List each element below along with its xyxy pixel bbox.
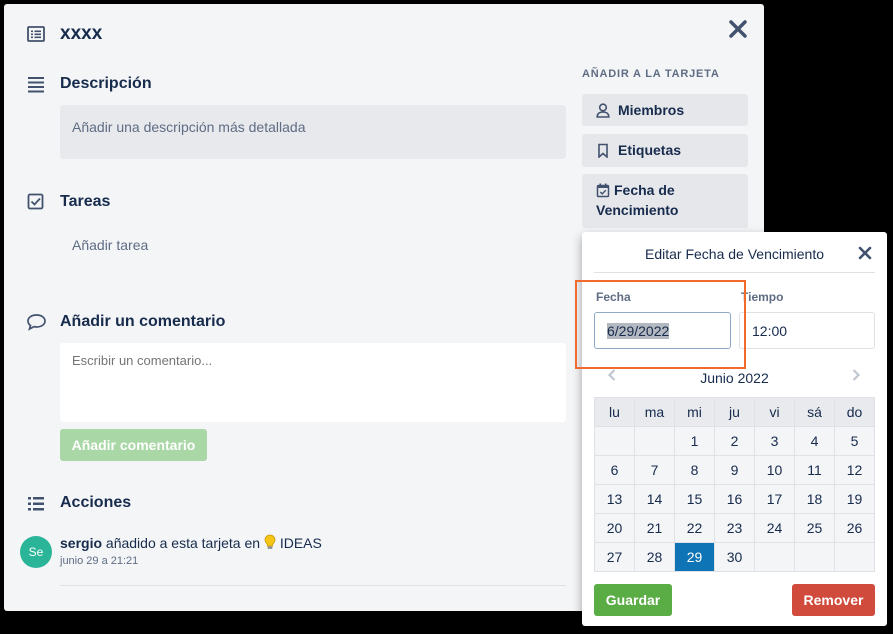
date-input-value: 6/29/2022 [607, 322, 670, 339]
weekday-header: ma [634, 397, 675, 427]
calendar-day[interactable]: 9 [714, 455, 755, 485]
activity-icon [28, 497, 44, 511]
user-icon [596, 103, 610, 118]
calendar-day[interactable]: 3 [754, 426, 795, 456]
card-icon [27, 26, 45, 42]
actions-title: Acciones [60, 494, 132, 511]
calendar-day[interactable]: 13 [594, 484, 635, 514]
weekday-header: mi [674, 397, 715, 427]
tasks-title: Tareas [60, 193, 111, 210]
time-input[interactable] [739, 312, 875, 349]
calendar-weekdays: lu ma mi ju vi sá do [594, 397, 875, 427]
calendar-week: 6 7 8 9 10 11 12 [594, 455, 875, 485]
calendar-week: 20 21 22 23 24 25 26 [594, 513, 875, 543]
calendar-empty-cell [834, 542, 875, 572]
divider [594, 272, 875, 273]
calendar-day[interactable]: 4 [794, 426, 835, 456]
comment-input[interactable] [60, 343, 566, 422]
calendar-day[interactable]: 17 [754, 484, 795, 514]
due-date-button[interactable]: Fecha de Vencimiento [582, 174, 748, 228]
calendar-month: Junio 2022 [700, 370, 769, 386]
calendar-day[interactable]: 27 [594, 542, 635, 572]
card-title[interactable]: xxxx [60, 23, 102, 45]
description-input[interactable]: Añadir una descripción más detallada [60, 105, 566, 159]
bookmark-icon [598, 143, 608, 158]
remove-button[interactable]: Remover [792, 584, 875, 616]
calendar-empty-cell [594, 426, 635, 456]
weekday-header: lu [594, 397, 635, 427]
calendar-day[interactable]: 12 [834, 455, 875, 485]
action-text: sergio añadido a esta tarjeta en IDEAS [60, 534, 322, 551]
add-task-link[interactable]: Añadir tarea [72, 237, 148, 253]
calendar-day[interactable]: 16 [714, 484, 755, 514]
comment-icon [27, 314, 46, 331]
calendar-week: 12345 [594, 426, 875, 456]
calendar-day[interactable]: 10 [754, 455, 795, 485]
calendar-day[interactable]: 6 [594, 455, 635, 485]
calendar-day[interactable]: 1 [674, 426, 715, 456]
description-icon [28, 77, 44, 93]
action-timestamp[interactable]: junio 29 a 21:21 [60, 555, 138, 567]
calendar-day[interactable]: 30 [714, 542, 755, 572]
add-comment-button[interactable]: Añadir comentario [60, 429, 207, 461]
due-date-label-line2: Vencimiento [596, 202, 679, 218]
calendar-day-selected[interactable]: 29 [674, 542, 715, 572]
calendar-day[interactable]: 26 [834, 513, 875, 543]
calendar-day[interactable]: 20 [594, 513, 635, 543]
checkbox-icon [27, 193, 44, 210]
members-label: Miembros [618, 102, 685, 118]
calendar-days: 1 2 3 4 5 6 7 8 9 10 11 12 13 14 15 16 17 18 19 20 21 22 23 24 2… [594, 426, 875, 572]
calendar-day[interactable]: 2 [714, 426, 755, 456]
calendar-day[interactable]: 22 [674, 513, 715, 543]
calendar-grid: lu ma mi ju vi sá do 1 2 3 4 5 6 7 8 9 10 11 12 13 14 15 16 17… [594, 397, 875, 572]
calendar-day[interactable]: 11 [794, 455, 835, 485]
weekday-header: ju [714, 397, 755, 427]
calendar-day[interactable]: 14 [634, 484, 675, 514]
calendar-day[interactable]: 23 [714, 513, 755, 543]
calendar-day[interactable]: 15 [674, 484, 715, 514]
calendar-empty-cell [794, 542, 835, 572]
action-user[interactable]: sergio [60, 535, 102, 551]
chevron-right-icon[interactable] [849, 368, 863, 382]
action-list-name[interactable]: IDEAS [280, 535, 322, 551]
divider [60, 585, 566, 586]
calendar-day[interactable]: 8 [674, 455, 715, 485]
calendar-day[interactable]: 21 [634, 513, 675, 543]
labels-button[interactable]: Etiquetas [582, 134, 748, 167]
save-button[interactable]: Guardar [594, 584, 672, 616]
calendar-day[interactable]: 19 [834, 484, 875, 514]
weekday-header: do [834, 397, 875, 427]
due-date-label: Fecha de Vencimiento [596, 180, 678, 220]
due-date-label-line1: Fecha de [614, 182, 675, 198]
weekday-header: sá [794, 397, 835, 427]
weekday-header: vi [754, 397, 795, 427]
calendar-empty-cell [754, 542, 795, 572]
comment-title: Añadir un comentario [60, 313, 226, 330]
calendar-week: 27 28 29 30 [594, 542, 875, 572]
close-icon[interactable] [728, 19, 748, 39]
members-button[interactable]: Miembros [582, 94, 748, 126]
action-description: añadido a esta tarjeta en [105, 535, 261, 551]
calendar-week: 13 14 15 16 17 18 19 [594, 484, 875, 514]
add-to-card-heading: AÑADIR A LA TARJETA [582, 68, 720, 80]
calendar-day[interactable]: 24 [754, 513, 795, 543]
labels-label: Etiquetas [618, 142, 682, 158]
calendar-empty-cell [634, 426, 675, 456]
close-icon[interactable] [858, 246, 872, 260]
calendar-day[interactable]: 25 [794, 513, 835, 543]
due-date-popup: Editar Fecha de Vencimiento Fecha Tiempo… [575, 232, 887, 626]
date-input[interactable]: 6/29/2022 [594, 312, 731, 349]
calendar-day[interactable]: 5 [834, 426, 875, 456]
avatar[interactable]: Se [20, 536, 52, 568]
calendar-icon [596, 183, 610, 198]
date-label: Fecha [596, 290, 631, 304]
description-title: Descripción [60, 75, 152, 92]
calendar-day[interactable]: 28 [634, 542, 675, 572]
calendar-day[interactable]: 7 [634, 455, 675, 485]
lightbulb-icon [264, 534, 276, 549]
time-label: Tiempo [741, 290, 784, 304]
calendar-day[interactable]: 18 [794, 484, 835, 514]
popup-title: Editar Fecha de Vencimiento [645, 246, 824, 262]
